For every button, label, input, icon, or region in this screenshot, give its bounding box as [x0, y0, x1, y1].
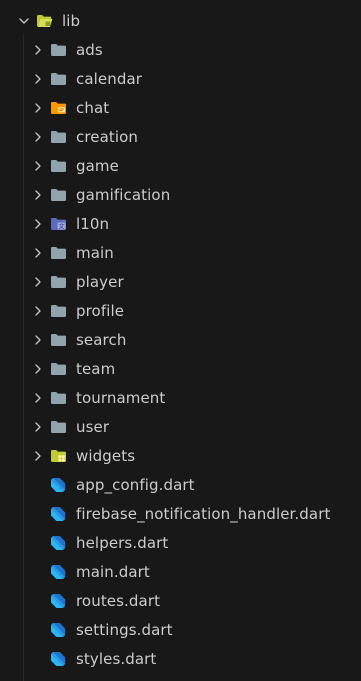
- chevron-right-icon[interactable]: [31, 246, 45, 260]
- tree-item-label: lib: [62, 11, 81, 30]
- dart-icon: [50, 506, 68, 522]
- tree-item-label: user: [76, 417, 110, 436]
- chevron-right-icon[interactable]: [31, 188, 45, 202]
- folder-icon: [50, 274, 68, 290]
- tree-item-label: chat: [76, 98, 110, 117]
- chevron-right-icon[interactable]: [31, 420, 45, 434]
- folder-icon: [50, 419, 68, 435]
- tree-item-label: profile: [76, 301, 125, 320]
- tree-file-helpers-dart[interactable]: helpers.dart: [0, 528, 361, 557]
- tree-item-label: search: [76, 330, 127, 349]
- tree-item-label: routes.dart: [76, 591, 161, 610]
- folder-icon: [50, 71, 68, 87]
- chevron-right-icon[interactable]: [31, 43, 45, 57]
- dart-icon: [50, 651, 68, 667]
- tree-folder-player[interactable]: player: [0, 267, 361, 296]
- tree-file-main-dart[interactable]: main.dart: [0, 557, 361, 586]
- tree-folder-creation[interactable]: creation: [0, 122, 361, 151]
- folder-widgets-icon: [50, 448, 68, 464]
- tree-item-label: app_config.dart: [76, 475, 195, 494]
- tree-file-settings-dart[interactable]: settings.dart: [0, 615, 361, 644]
- tree-item-label: ads: [76, 40, 103, 59]
- tree-item-label: helpers.dart: [76, 533, 169, 552]
- tree-folder-search[interactable]: search: [0, 325, 361, 354]
- tree-item-label: styles.dart: [76, 649, 157, 668]
- chevron-right-icon[interactable]: [31, 449, 45, 463]
- tree-file-firebase-notification-handler-dart[interactable]: firebase_notification_handler.dart: [0, 499, 361, 528]
- folder-icon: [50, 332, 68, 348]
- tree-item-label: main.dart: [76, 562, 150, 581]
- tree-file-styles-dart[interactable]: styles.dart: [0, 644, 361, 673]
- tree-file-routes-dart[interactable]: routes.dart: [0, 586, 361, 615]
- tree-folder-tournament[interactable]: tournament: [0, 383, 361, 412]
- chevron-right-icon[interactable]: [31, 159, 45, 173]
- folder-icon: [50, 158, 68, 174]
- tree-item-label: main: [76, 243, 114, 262]
- dart-icon: [50, 535, 68, 551]
- tree-file-app-config-dart[interactable]: app_config.dart: [0, 470, 361, 499]
- dart-icon: [50, 622, 68, 638]
- folder-icon: [50, 361, 68, 377]
- tree-item-label: gamification: [76, 185, 171, 204]
- chevron-right-icon[interactable]: [31, 72, 45, 86]
- chevron-right-icon[interactable]: [31, 304, 45, 318]
- dart-icon: [50, 564, 68, 580]
- tree-item-label: player: [76, 272, 124, 291]
- dart-icon: [50, 477, 68, 493]
- svg-text:文: 文: [58, 222, 64, 230]
- folder-chat-icon: [50, 100, 68, 116]
- tree-item-label: widgets: [76, 446, 136, 465]
- chevron-right-icon[interactable]: [31, 130, 45, 144]
- tree-item-label: settings.dart: [76, 620, 173, 639]
- tree-item-label: calendar: [76, 69, 143, 88]
- tree-item-label: tournament: [76, 388, 166, 407]
- tree-folder-gamification[interactable]: gamification: [0, 180, 361, 209]
- chevron-right-icon[interactable]: [31, 217, 45, 231]
- tree-folder-l10n[interactable]: 文 l10n: [0, 209, 361, 238]
- tree-item-label: firebase_notification_handler.dart: [76, 504, 331, 523]
- file-explorer-tree: lib ads calendar chat creation game gamificati…: [0, 6, 361, 673]
- tree-item-label: game: [76, 156, 119, 175]
- chevron-right-icon[interactable]: [31, 101, 45, 115]
- folder-icon: [50, 42, 68, 58]
- chevron-right-icon[interactable]: [31, 391, 45, 405]
- folder-l10n-icon: 文: [50, 216, 68, 232]
- folder-lib-open-icon: [36, 13, 54, 29]
- folder-icon: [50, 390, 68, 406]
- tree-folder-user[interactable]: user: [0, 412, 361, 441]
- tree-item-label: creation: [76, 127, 139, 146]
- dart-icon: [50, 593, 68, 609]
- tree-folder-calendar[interactable]: calendar: [0, 64, 361, 93]
- folder-icon: [50, 303, 68, 319]
- tree-folder-main[interactable]: main: [0, 238, 361, 267]
- chevron-right-icon[interactable]: [31, 275, 45, 289]
- folder-icon: [50, 129, 68, 145]
- chevron-down-icon[interactable]: [17, 14, 31, 28]
- tree-item-label: team: [76, 359, 116, 378]
- tree-folder-game[interactable]: game: [0, 151, 361, 180]
- tree-folder-widgets[interactable]: widgets: [0, 441, 361, 470]
- tree-folder-lib[interactable]: lib: [0, 6, 361, 35]
- folder-icon: [50, 245, 68, 261]
- tree-folder-chat[interactable]: chat: [0, 93, 361, 122]
- tree-item-label: l10n: [76, 214, 110, 233]
- tree-folder-ads[interactable]: ads: [0, 35, 361, 64]
- chevron-right-icon[interactable]: [31, 362, 45, 376]
- folder-icon: [50, 187, 68, 203]
- tree-folder-profile[interactable]: profile: [0, 296, 361, 325]
- chevron-right-icon[interactable]: [31, 333, 45, 347]
- tree-folder-team[interactable]: team: [0, 354, 361, 383]
